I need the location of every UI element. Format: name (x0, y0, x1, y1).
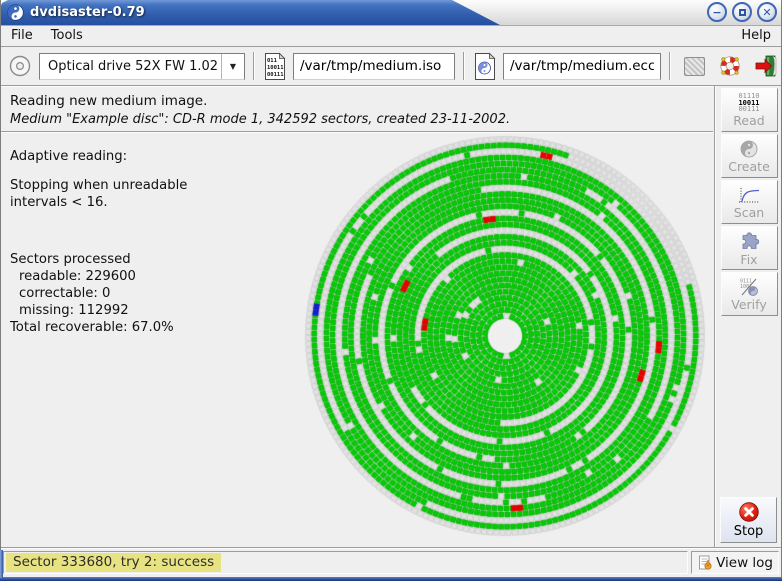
svg-text:00111: 00111 (267, 72, 284, 78)
correctable-count: correctable: 0 (10, 285, 290, 302)
separator (463, 52, 465, 80)
drive-icon (7, 53, 33, 79)
fix-button-label: Fix (740, 253, 757, 266)
quit-button[interactable] (751, 51, 781, 81)
separator (714, 86, 716, 547)
fix-button[interactable]: Fix (721, 226, 778, 270)
app-icon (7, 4, 24, 21)
stop-button-label: Stop (734, 524, 764, 539)
window-title: dvdisaster-0.79 (30, 5, 145, 20)
maximize-icon (739, 9, 746, 16)
read-icon: 011101001100111 (738, 93, 759, 113)
ecc-path-input[interactable] (503, 53, 661, 80)
readable-count: readable: 229600 (10, 268, 290, 285)
window-bottom-edge (0, 577, 782, 581)
verify-button-label: Verify (731, 298, 766, 311)
create-button[interactable]: Create (721, 134, 778, 178)
ecc-file-icon (473, 52, 497, 81)
missing-count: missing: 112992 (10, 302, 290, 319)
reading-mode-label: Adaptive reading: (10, 148, 290, 165)
verify-button[interactable]: 0111 1001 Verify (721, 272, 778, 316)
preferences-icon (684, 57, 705, 76)
statusbar-message-area: Sector 333680, try 2: success (3, 551, 688, 574)
verify-icon: 0111 1001 (738, 277, 760, 297)
stop-condition-text: Stopping when unreadable intervals < 16. (10, 177, 290, 211)
statusbar-message: Sector 333680, try 2: success (6, 553, 221, 572)
scan-button[interactable]: Scan (721, 180, 778, 224)
create-button-label: Create (728, 160, 770, 173)
fix-icon (739, 231, 760, 252)
stop-button[interactable]: Stop (720, 497, 777, 543)
menu-tools[interactable]: Tools (51, 28, 83, 43)
reading-info-panel: Adaptive reading: Stopping when unreadab… (10, 148, 290, 336)
view-log-label: View log (716, 555, 773, 571)
drive-select-value: Optical drive 52X FW 1.02 (48, 59, 218, 74)
exit-door-icon (754, 54, 778, 78)
help-button[interactable] (715, 51, 745, 81)
read-button-label: Read (733, 114, 764, 127)
scan-button-label: Scan (734, 206, 764, 219)
sectors-processed-title: Sectors processed (10, 251, 290, 268)
close-button[interactable]: ✕ (757, 2, 777, 22)
menu-file[interactable]: File (11, 28, 33, 43)
menubar: File Tools Help (1, 25, 781, 46)
stop-icon (738, 501, 760, 523)
scan-icon (737, 186, 761, 205)
status-heading-line1: Reading new medium image. (10, 93, 700, 109)
status-heading: Reading new medium image. Medium "Exampl… (0, 86, 710, 127)
disc-spiral-canvas (296, 127, 714, 548)
title-tab: dvdisaster-0.79 (0, 0, 500, 25)
lifebelt-icon (718, 54, 742, 78)
svg-text:011: 011 (267, 58, 278, 64)
svg-text:10011: 10011 (267, 65, 284, 71)
read-button[interactable]: 011101001100111 Read (721, 88, 778, 132)
action-sidebar: 011101001100111 Read Create Scan Fix 011… (717, 86, 781, 547)
maximize-button[interactable] (732, 2, 752, 22)
menu-help[interactable]: Help (741, 28, 771, 43)
separator (253, 52, 255, 80)
preferences-button[interactable] (679, 51, 709, 81)
chevron-down-icon[interactable]: ▼ (221, 54, 244, 79)
medium-info-line: Medium "Example disc": CD-R mode 1, 3425… (10, 112, 700, 127)
iso-path-input[interactable] (293, 53, 455, 80)
iso-file-icon: 011 10011 00111 (263, 52, 287, 81)
window-corner-accent (0, 550, 3, 578)
toolbar: Optical drive 52X FW 1.02 ▼ 011 10011 00… (1, 47, 781, 85)
view-log-icon (698, 555, 713, 571)
minimize-button[interactable]: − (707, 2, 727, 22)
total-recoverable: Total recoverable: 67.0% (10, 319, 290, 336)
window-titlebar: dvdisaster-0.79 − ✕ (0, 0, 782, 26)
view-log-button[interactable]: View log (691, 551, 779, 574)
drive-select[interactable]: Optical drive 52X FW 1.02 ▼ (39, 53, 245, 80)
create-icon (739, 139, 759, 159)
separator (669, 52, 671, 80)
statusbar: Sector 333680, try 2: success View log (1, 549, 781, 577)
